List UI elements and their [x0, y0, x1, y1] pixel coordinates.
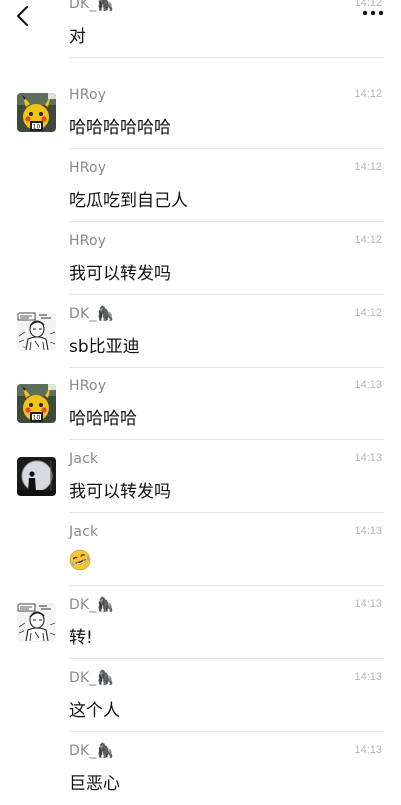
manga-avatar-icon: ~	[17, 312, 56, 351]
svg-text:~: ~	[22, 345, 26, 351]
manga-avatar-icon	[17, 603, 56, 642]
avatar-hroy[interactable]: 10	[17, 93, 56, 132]
sender-name: DK_🦍	[69, 743, 115, 759]
message-time: 14:13	[354, 671, 382, 683]
silhouette-avatar-icon	[17, 457, 56, 496]
message-text: 我可以转发吗	[69, 482, 171, 502]
message-time: 14:13	[354, 452, 382, 464]
svg-text:10: 10	[33, 124, 41, 131]
avatar-dk[interactable]: ~	[17, 312, 56, 351]
pikachu-avatar-icon: 10	[17, 384, 56, 423]
sender-name: HRoy	[69, 87, 107, 103]
message-text: 转!	[69, 628, 93, 648]
message-item[interactable]: ~ DK_🦍 14:12 sb比亚迪	[0, 295, 401, 368]
message-time: 14:12	[354, 234, 382, 246]
chevron-left-icon	[17, 6, 28, 26]
message-item[interactable]: HRoy 14:12 我可以转发吗	[0, 222, 401, 295]
avatar-jack[interactable]	[17, 457, 56, 496]
laughing-crying-emoji-icon	[69, 549, 91, 571]
svg-text:10: 10	[33, 415, 41, 422]
top-bar	[0, 0, 401, 36]
message-time: 14:12	[354, 161, 382, 173]
pikachu-avatar-icon: 10	[17, 93, 56, 132]
sender-name: HRoy	[69, 160, 107, 176]
divider	[69, 56, 384, 58]
more-button[interactable]	[359, 4, 387, 22]
message-item[interactable]: DK_🦍 14:13 巨恶心	[0, 732, 401, 805]
avatar-hroy[interactable]: 10	[17, 384, 56, 423]
message-text: 这个人	[69, 701, 120, 721]
sender-name: DK_🦍	[69, 597, 115, 613]
message-item[interactable]: HRoy 14:12 吃瓜吃到自己人	[0, 149, 401, 222]
sender-name: DK_🦍	[69, 306, 115, 322]
message-time: 14:12	[354, 307, 382, 319]
message-text: 哈哈哈哈	[69, 409, 137, 429]
more-dots-icon	[362, 10, 384, 16]
message-text: 巨恶心	[69, 774, 120, 794]
message-item[interactable]: 10 HRoy 14:13 哈哈哈哈	[0, 367, 401, 440]
message-item[interactable]: Jack 14:13	[0, 513, 401, 586]
message-text: sb比亚迪	[69, 337, 140, 357]
sender-name: Jack	[69, 524, 99, 540]
sender-name: HRoy	[69, 378, 107, 394]
back-button[interactable]	[10, 2, 36, 32]
message-time: 14:13	[354, 598, 382, 610]
message-item[interactable]: Jack 14:13 我可以转发吗	[0, 440, 401, 513]
message-item[interactable]: DK_🦍 14:13 这个人	[0, 659, 401, 732]
message-time: 14:13	[354, 525, 382, 537]
message-time: 14:12	[354, 88, 382, 100]
sender-name: DK_🦍	[69, 670, 115, 686]
chat-message-list[interactable]: DK_🦍 14:12 对 10 HRoy 14:12 哈哈哈哈哈哈 HRoy 1…	[0, 0, 401, 800]
sender-name: HRoy	[69, 233, 107, 249]
message-text: 我可以转发吗	[69, 264, 171, 284]
message-text: 哈哈哈哈哈哈	[69, 118, 171, 138]
avatar-dk[interactable]	[17, 603, 56, 642]
sender-name: Jack	[69, 451, 99, 467]
message-time: 14:13	[354, 744, 382, 756]
message-item[interactable]: DK_🦍 14:13 转!	[0, 586, 401, 659]
message-time: 14:13	[354, 379, 382, 391]
message-item[interactable]: 10 HRoy 14:12 哈哈哈哈哈哈	[0, 76, 401, 149]
message-text: 吃瓜吃到自己人	[69, 191, 188, 211]
